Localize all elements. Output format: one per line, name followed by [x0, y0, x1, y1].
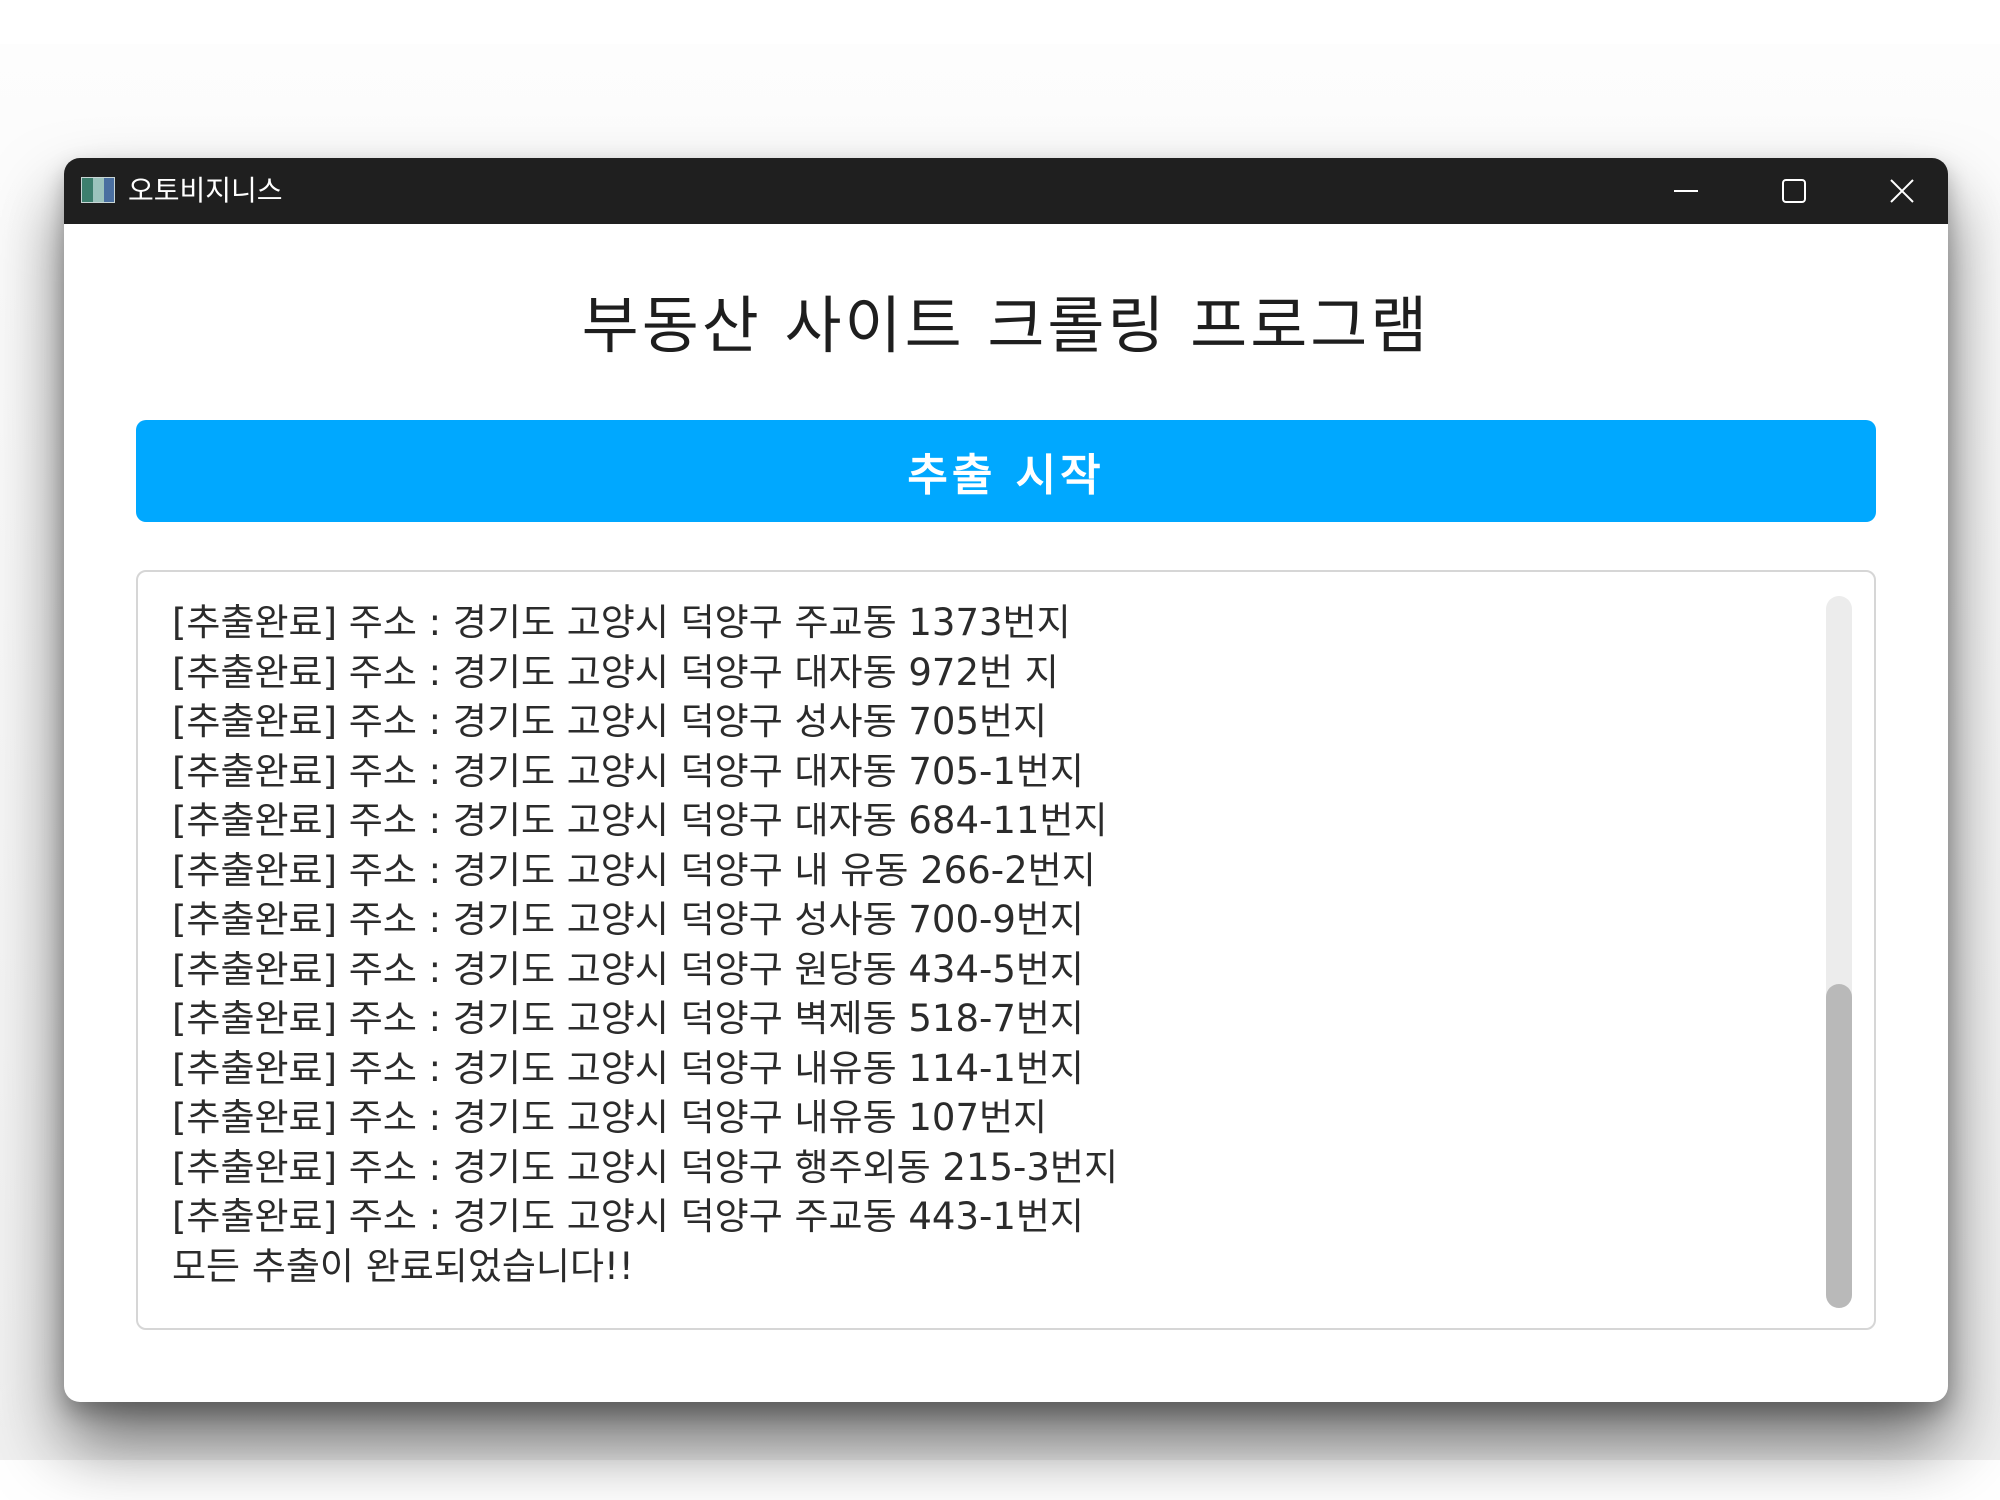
- log-lines: [추출완료] 주소 : 경기도 고양시 덕양구 주교동 1373번지 [추출완료…: [172, 598, 1812, 1291]
- window-content: 부동산 사이트 크롤링 프로그램 추출 시작 [추출완료] 주소 : 경기도 고…: [64, 224, 1948, 1402]
- log-line: [추출완료] 주소 : 경기도 고양시 덕양구 내유동 107번지: [172, 1096, 1048, 1139]
- log-output-textarea[interactable]: [추출완료] 주소 : 경기도 고양시 덕양구 주교동 1373번지 [추출완료…: [136, 570, 1876, 1330]
- close-button[interactable]: [1848, 158, 1948, 224]
- maximize-icon: [1782, 179, 1806, 203]
- minimize-icon: [1674, 190, 1698, 192]
- log-line: [추출완료] 주소 : 경기도 고양시 덕양구 대자동 684-11번지: [172, 799, 1108, 842]
- app-window-icon: [81, 177, 115, 203]
- log-line: [추출완료] 주소 : 경기도 고양시 덕양구 대자동 972번 지: [172, 650, 1059, 694]
- page-title: 부동산 사이트 크롤링 프로그램: [581, 289, 1431, 362]
- log-line: [추출완료] 주소 : 경기도 고양시 덕양구 주교동 443-1번지: [172, 1195, 1084, 1238]
- window-title: 오토비지니스: [128, 174, 283, 207]
- log-line: [추출완료] 주소 : 경기도 고양시 덕양구 내유동 114-1번지: [172, 1046, 1084, 1090]
- log-line: [추출완료] 주소 : 경기도 고양시 덕양구 성사동 705번지: [172, 700, 1048, 743]
- minimize-button[interactable]: [1632, 158, 1740, 224]
- screen-area: 오토비지니스 부동산 사이트 크롤링 프로그램 추출 시작 [추출완료] 주소 …: [0, 44, 2000, 1460]
- log-line: [추출완료] 주소 : 경기도 고양시 덕양구 주교동 1373번지: [172, 601, 1071, 644]
- vertical-scrollbar-track[interactable]: [1826, 596, 1852, 1308]
- log-line: [추출완료] 주소 : 경기도 고양시 덕양구 벽제동 518-7번지: [172, 997, 1084, 1040]
- log-completion-message: 모든 추출이 완료되었습니다!!: [172, 1244, 634, 1288]
- log-line: [추출완료] 주소 : 경기도 고양시 덕양구 대자동 705-1번지: [172, 749, 1084, 793]
- close-icon: [1890, 179, 1914, 203]
- maximize-button[interactable]: [1740, 158, 1848, 224]
- title-bar[interactable]: 오토비지니스: [64, 158, 1948, 224]
- start-extraction-button[interactable]: 추출 시작: [136, 420, 1876, 522]
- vertical-scrollbar-thumb[interactable]: [1826, 984, 1852, 1308]
- log-line: [추출완료] 주소 : 경기도 고양시 덕양구 원당동 434-5번지: [172, 947, 1084, 991]
- log-line: [추출완료] 주소 : 경기도 고양시 덕양구 성사동 700-9번지: [172, 898, 1084, 941]
- app-window: 오토비지니스 부동산 사이트 크롤링 프로그램 추출 시작 [추출완료] 주소 …: [64, 158, 1948, 1402]
- log-line: [추출완료] 주소 : 경기도 고양시 덕양구 행주외동 215-3번지: [172, 1145, 1119, 1189]
- log-line: [추출완료] 주소 : 경기도 고양시 덕양구 내 유동 266-2번지: [172, 848, 1096, 892]
